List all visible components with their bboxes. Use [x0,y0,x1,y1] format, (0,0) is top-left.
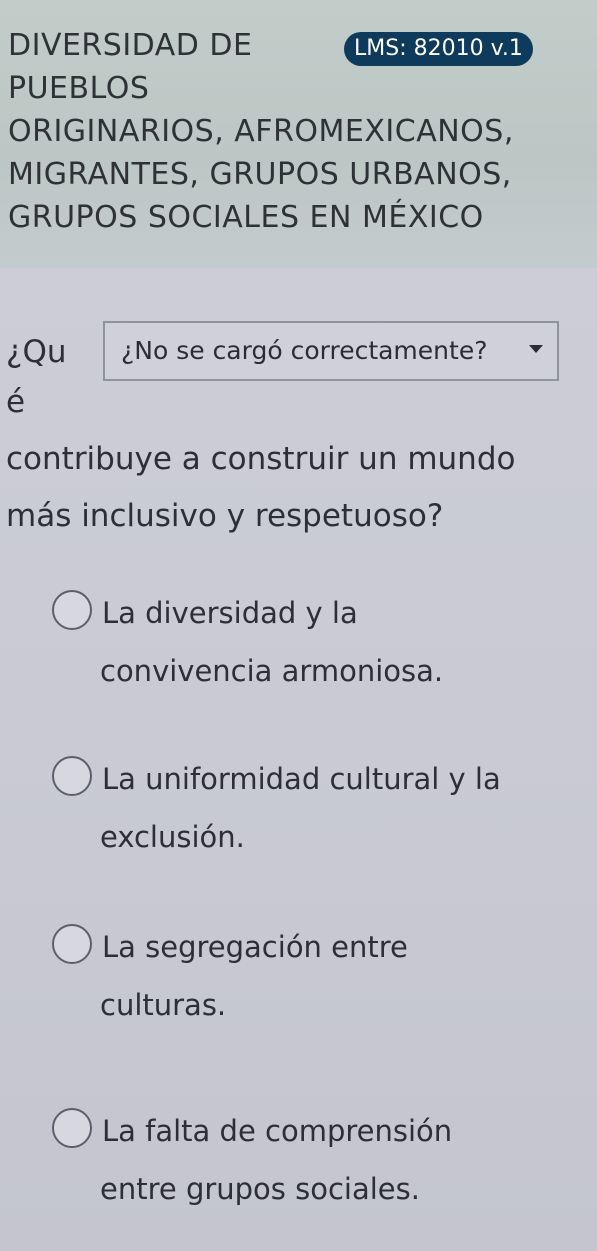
answer-option-4[interactable]: La falta de comprensión entre grupos soc… [52,1102,572,1222]
answer-option-2[interactable]: La uniformidad cultural y la exclusión. [52,750,572,870]
radio-button-option-3[interactable] [52,924,92,964]
answer-option-3-text: La segregación entre culturas. [100,918,572,1034]
question-text-fragment-1: ¿Qu [6,334,67,370]
dropdown-label: ¿No se cargó correctamente? [121,336,488,365]
course-title-line-5: GRUPOS SOCIALES EN MÉXICO [8,200,484,235]
course-title-line-3: ORIGINARIOS, AFROMEXICANOS, [8,114,514,149]
radio-button-option-2[interactable] [52,756,92,796]
answer-option-4-line-2: entre grupos sociales. [100,1172,420,1206]
lms-version-badge: LMS: 82010 v.1 [344,32,533,66]
question-text-line-4: más inclusivo y respetuoso? [6,498,444,534]
answer-option-1-line-1: La diversidad y la [102,596,358,630]
load-issue-dropdown[interactable]: ¿No se cargó correctamente? [103,321,559,381]
answer-option-4-line-1: La falta de comprensión [102,1114,453,1148]
course-title-line-1: DIVERSIDAD DE [8,28,253,63]
answer-option-1-line-2: convivencia armoniosa. [100,654,444,688]
question-text-fragment-2: é [6,384,26,420]
radio-button-option-4[interactable] [52,1108,92,1148]
answer-option-1-text: La diversidad y la convivencia armoniosa… [100,584,572,700]
answer-option-2-text: La uniformidad cultural y la exclusión. [100,750,572,866]
course-title-line-2: PUEBLOS [8,71,150,106]
answer-option-3-line-2: culturas. [100,988,227,1022]
answer-option-3-line-1: La segregación entre [102,930,408,964]
caret-down-icon [529,345,543,353]
answer-option-3[interactable]: La segregación entre culturas. [52,918,572,1038]
answer-option-2-line-1: La uniformidad cultural y la [102,762,501,796]
radio-button-option-1[interactable] [52,590,92,630]
answer-option-1[interactable]: La diversidad y la convivencia armoniosa… [52,584,572,704]
question-text-line-3: contribuye a construir un mundo [6,441,516,477]
course-header: DIVERSIDAD DE PUEBLOS ORIGINARIOS, AFROM… [0,0,597,268]
answer-option-4-text: La falta de comprensión entre grupos soc… [100,1102,572,1218]
course-title-line-4: MIGRANTES, GRUPOS URBANOS, [8,157,512,192]
answer-option-2-line-2: exclusión. [100,820,245,854]
